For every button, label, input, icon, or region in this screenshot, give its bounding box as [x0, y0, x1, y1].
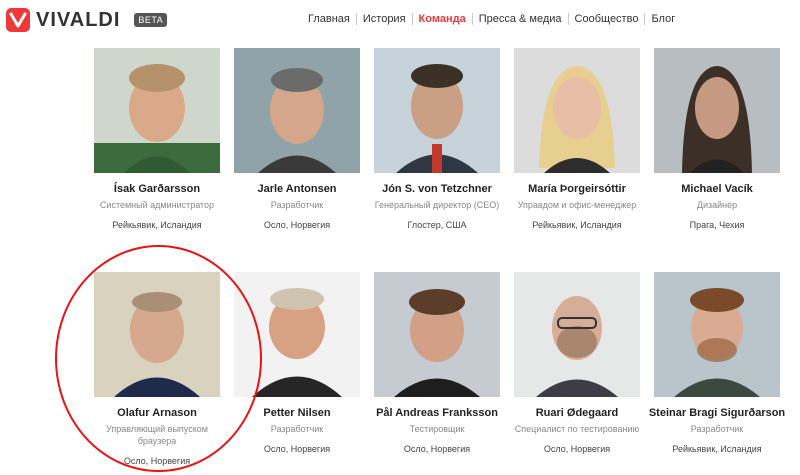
team-member[interactable]: Ísak Garðarsson Системный администратор … — [87, 48, 227, 231]
nav-home[interactable]: Главная — [302, 13, 357, 25]
team-member[interactable]: María Þorgeirsóttir Управдом и офис-мене… — [507, 48, 647, 231]
member-role: Специалист по тестированию — [514, 424, 640, 434]
member-location: Осло, Норвегия — [543, 444, 611, 454]
vivaldi-logo-icon — [6, 8, 30, 32]
member-location: Осло, Норвегия — [263, 220, 331, 230]
main-nav: Главная История Команда Пресса & медиа С… — [302, 13, 681, 25]
member-location: Рейкьявик, Исландия — [112, 220, 202, 230]
member-role: Системный администратор — [99, 200, 215, 210]
team-member[interactable]: Olafur Arnason Управляющий выпуском брау… — [87, 272, 227, 467]
member-name: Olafur Arnason — [117, 407, 197, 419]
member-name: María Þorgeirsóttir — [528, 183, 626, 195]
member-name: Pål Andreas Franksson — [376, 407, 498, 419]
team-member[interactable]: Steinar Bragi Sigurðarson Разработчик Ре… — [647, 272, 787, 455]
member-role: Тестировщик — [409, 424, 465, 434]
member-name: Steinar Bragi Sigurðarson — [648, 407, 786, 419]
team-member[interactable]: Petter Nilsen Разработчик Осло, Норвегия — [227, 272, 367, 455]
member-photo — [234, 272, 360, 397]
member-role: Разработчик — [270, 200, 324, 210]
member-photo — [94, 48, 220, 173]
team-member[interactable]: Jarle Antonsen Разработчик Осло, Норвеги… — [227, 48, 367, 231]
member-name: Ísak Garðarsson — [113, 183, 201, 195]
member-name: Michael Vacík — [681, 183, 753, 195]
team-member[interactable]: Pål Andreas Franksson Тестировщик Осло, … — [367, 272, 507, 455]
member-photo — [94, 272, 220, 397]
member-photo — [374, 272, 500, 397]
member-location: Прага, Чехия — [689, 220, 745, 230]
member-photo — [514, 272, 640, 397]
member-location: Глостер, США — [407, 220, 467, 230]
nav-team[interactable]: Команда — [413, 13, 473, 25]
member-photo — [374, 48, 500, 173]
member-location: Рейкьявик, Исландия — [672, 444, 762, 454]
member-photo — [514, 48, 640, 173]
member-role: Управляющий выпуском браузера — [106, 424, 208, 446]
member-location: Осло, Норвегия — [403, 444, 471, 454]
member-role: Управдом и офис-менеджер — [517, 200, 637, 210]
member-name: Jón S. von Tetzchner — [382, 183, 492, 195]
member-location: Осло, Норвегия — [263, 444, 331, 454]
member-role: Разработчик — [270, 424, 324, 434]
vivaldi-logo[interactable]: VIVALDI BETA — [6, 8, 168, 32]
member-location: Осло, Норвегия — [123, 456, 191, 466]
nav-history[interactable]: История — [357, 13, 413, 25]
member-name: Ruari Ødegaard — [535, 407, 619, 419]
member-photo — [234, 48, 360, 173]
nav-blog[interactable]: Блог — [645, 13, 681, 25]
member-photo — [654, 48, 780, 173]
member-photo — [654, 272, 780, 397]
team-member[interactable]: Michael Vacík Дизайнер Прага, Чехия — [647, 48, 787, 231]
beta-badge: BETA — [134, 13, 168, 27]
top-bar: VIVALDI BETA Главная История Команда Пре… — [0, 0, 800, 40]
team-member[interactable]: Jón S. von Tetzchner Генеральный директо… — [367, 48, 507, 231]
team-member[interactable]: Ruari Ødegaard Специалист по тестировани… — [507, 272, 647, 455]
member-role: Генеральный директор (CEO) — [374, 200, 500, 210]
logo-text: VIVALDI — [36, 8, 121, 31]
member-role: Дизайнер — [696, 200, 738, 210]
nav-press[interactable]: Пресса & медиа — [473, 13, 569, 25]
member-role: Разработчик — [690, 424, 744, 434]
member-location: Рейкьявик, Исландия — [532, 220, 622, 230]
nav-community[interactable]: Сообщество — [569, 13, 646, 25]
member-name: Petter Nilsen — [263, 407, 331, 419]
member-name: Jarle Antonsen — [257, 183, 337, 195]
